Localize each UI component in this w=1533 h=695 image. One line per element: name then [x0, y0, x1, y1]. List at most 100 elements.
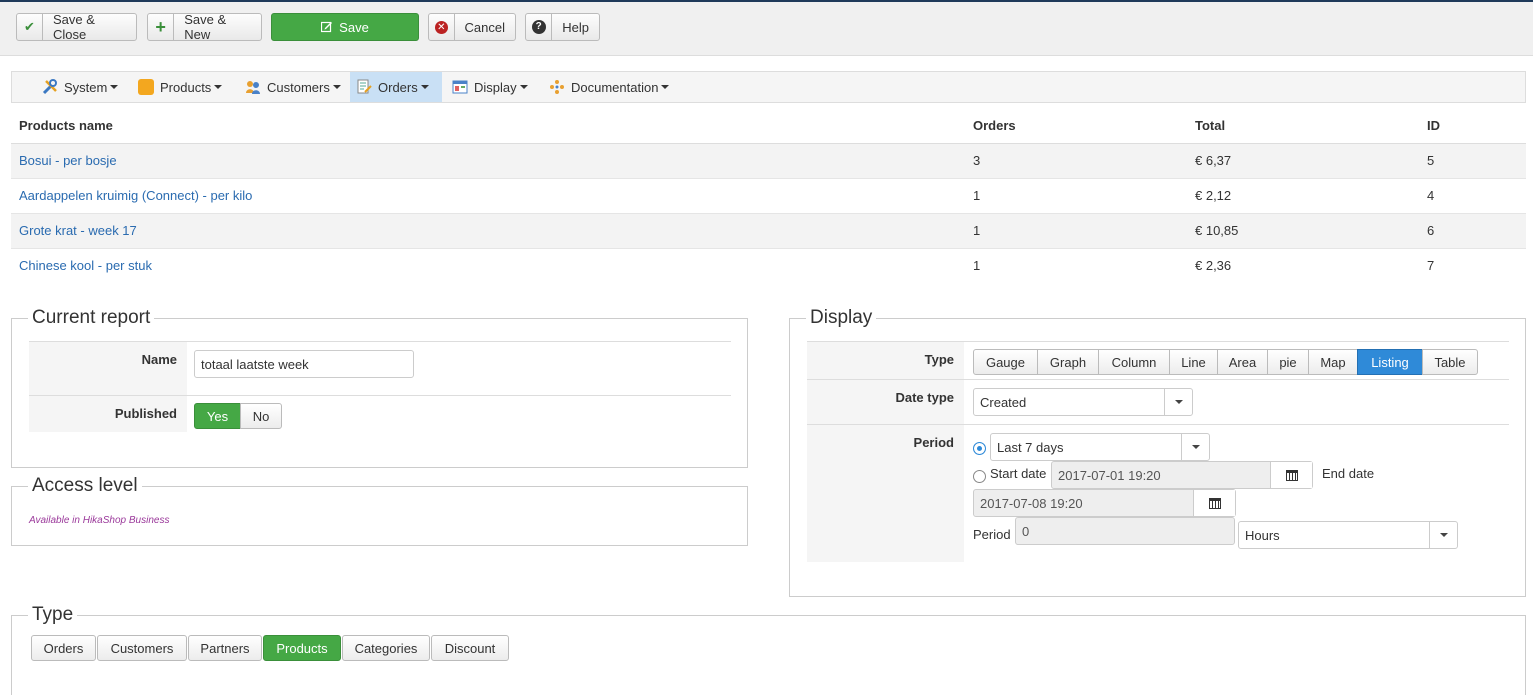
save-new-label: Save & New	[184, 12, 227, 42]
documentation-icon	[549, 79, 565, 95]
type-products-button[interactable]: Products	[263, 635, 341, 661]
name-input[interactable]: totaal laatste week	[194, 350, 414, 378]
product-link[interactable]: Chinese kool - per stuk	[19, 258, 152, 273]
column-header[interactable]: Products name	[11, 108, 965, 144]
period-amount-input[interactable]: 0	[1015, 517, 1235, 545]
orders-cell: 1	[965, 178, 1187, 214]
period-unit-select[interactable]: Hours	[1238, 521, 1458, 549]
menu-label: Display	[474, 79, 517, 95]
start-date-value: 2017-07-01 19:20	[1058, 467, 1161, 483]
period-preset-radio[interactable]	[973, 442, 986, 455]
product-link[interactable]: Aardappelen kruimig (Connect) - per kilo	[19, 188, 252, 203]
column-header[interactable]: Total	[1187, 108, 1419, 144]
table-row: Chinese kool - per stuk 1 € 2,36 7	[11, 248, 1526, 283]
menu-label: Documentation	[571, 79, 659, 95]
type-fieldset: Type Orders Customers Partners Products …	[11, 604, 1526, 695]
type-pie-button[interactable]: pie	[1267, 349, 1309, 375]
chevron-down-icon	[332, 85, 341, 89]
save-close-button[interactable]: ✔ Save & Close	[16, 12, 137, 42]
id-cell: 6	[1419, 213, 1526, 249]
menu-label: Orders	[378, 79, 418, 95]
main-menu: System Products Customers Orders Display…	[11, 71, 1526, 103]
end-date-label: End date	[1322, 466, 1375, 481]
help-button[interactable]: ? Help	[525, 13, 600, 41]
menu-system[interactable]: System	[36, 72, 124, 102]
date-type-select[interactable]: Created	[973, 388, 1193, 416]
help-icon: ?	[526, 14, 553, 40]
period-preset-select[interactable]: Last 7 days	[990, 433, 1210, 461]
type-column-button[interactable]: Column	[1098, 349, 1170, 375]
chevron-down-icon	[420, 85, 429, 89]
type-legend: Type	[28, 604, 78, 626]
published-toggle: Yes No	[194, 403, 282, 429]
calendar-icon[interactable]	[1270, 462, 1312, 488]
chevron-down-icon	[1429, 522, 1457, 548]
type-gauge-button[interactable]: Gauge	[973, 349, 1038, 375]
current-report-legend: Current report	[28, 307, 155, 329]
total-cell: € 6,37	[1187, 143, 1419, 179]
menu-orders[interactable]: Orders	[350, 72, 442, 102]
type-listing-button[interactable]: Listing	[1357, 349, 1423, 375]
help-label: Help	[562, 19, 589, 35]
type-table-button[interactable]: Table	[1422, 349, 1478, 375]
date-type-value: Created	[980, 394, 1027, 410]
column-header[interactable]: Orders	[965, 108, 1187, 144]
cancel-label: Cancel	[464, 19, 505, 35]
menu-customers[interactable]: Customers	[239, 72, 347, 102]
chevron-down-icon	[519, 85, 528, 89]
id-cell: 7	[1427, 258, 1435, 274]
period-custom-radio[interactable]	[973, 470, 986, 483]
type-map-button[interactable]: Map	[1308, 349, 1358, 375]
product-link[interactable]: Bosui - per bosje	[19, 153, 117, 168]
edit-icon	[321, 14, 339, 40]
plus-icon: +	[148, 14, 175, 40]
start-date-input[interactable]: 2017-07-01 19:20	[1051, 461, 1313, 489]
type-categories-button[interactable]: Categories	[342, 635, 430, 661]
type-line-button[interactable]: Line	[1169, 349, 1218, 375]
table-row: Grote krat - week 17 1 € 10,85 6	[11, 213, 1526, 249]
type-partners-button[interactable]: Partners	[188, 635, 262, 661]
check-icon: ✔	[17, 14, 44, 40]
access-level-legend: Access level	[28, 475, 142, 497]
period-preset-value: Last 7 days	[997, 439, 1064, 455]
product-name-cell: Aardappelen kruimig (Connect) - per kilo	[11, 178, 965, 214]
published-yes-button[interactable]: Yes	[194, 403, 241, 429]
published-no-button[interactable]: No	[240, 403, 282, 429]
menu-display[interactable]: Display	[446, 72, 534, 102]
type-area-button[interactable]: Area	[1217, 349, 1268, 375]
menu-label: System	[64, 79, 108, 95]
column-header[interactable]: ID	[1419, 108, 1526, 144]
display-legend: Display	[806, 307, 877, 329]
save-new-button[interactable]: + Save & New	[147, 12, 262, 42]
chevron-down-icon	[661, 85, 670, 89]
type-discount-button[interactable]: Discount	[431, 635, 509, 661]
orders-icon	[356, 79, 372, 95]
end-date-input[interactable]: 2017-07-08 19:20	[973, 489, 1236, 517]
chevron-down-icon	[110, 85, 119, 89]
orders-cell: 1	[973, 258, 981, 274]
period-field-label: Period	[973, 527, 1011, 542]
type-label: Type	[807, 342, 964, 379]
cancel-button[interactable]: ✕ Cancel	[428, 13, 516, 41]
save-button[interactable]: Save	[271, 13, 419, 41]
orders-cell: 1	[965, 213, 1187, 249]
menu-products[interactable]: Products	[132, 72, 228, 102]
calendar-icon[interactable]	[1193, 490, 1235, 516]
date-type-label: Date type	[807, 380, 964, 424]
menu-documentation[interactable]: Documentation	[543, 72, 675, 102]
type-orders-button[interactable]: Orders	[31, 635, 96, 661]
type-graph-button[interactable]: Graph	[1037, 349, 1099, 375]
access-level-note: Available in HikaShop Business	[29, 515, 170, 526]
chevron-down-icon	[1164, 389, 1192, 415]
period-label: Period	[807, 425, 964, 562]
product-name-cell: Bosui - per bosje	[11, 143, 965, 179]
type-customers-button[interactable]: Customers	[97, 635, 187, 661]
total-cell: € 10,85	[1187, 213, 1419, 249]
save-label: Save	[339, 19, 369, 35]
product-link[interactable]: Grote krat - week 17	[19, 223, 137, 238]
cancel-icon: ✕	[429, 14, 455, 40]
products-table: Products name Orders Total ID Bosui - pe…	[11, 108, 1526, 283]
table-row: Bosui - per bosje 3 € 6,37 5	[11, 143, 1526, 179]
access-level-fieldset: Access level Available in HikaShop Busin…	[11, 475, 748, 546]
current-report-fieldset: Current report Name Published totaal laa…	[11, 307, 748, 468]
